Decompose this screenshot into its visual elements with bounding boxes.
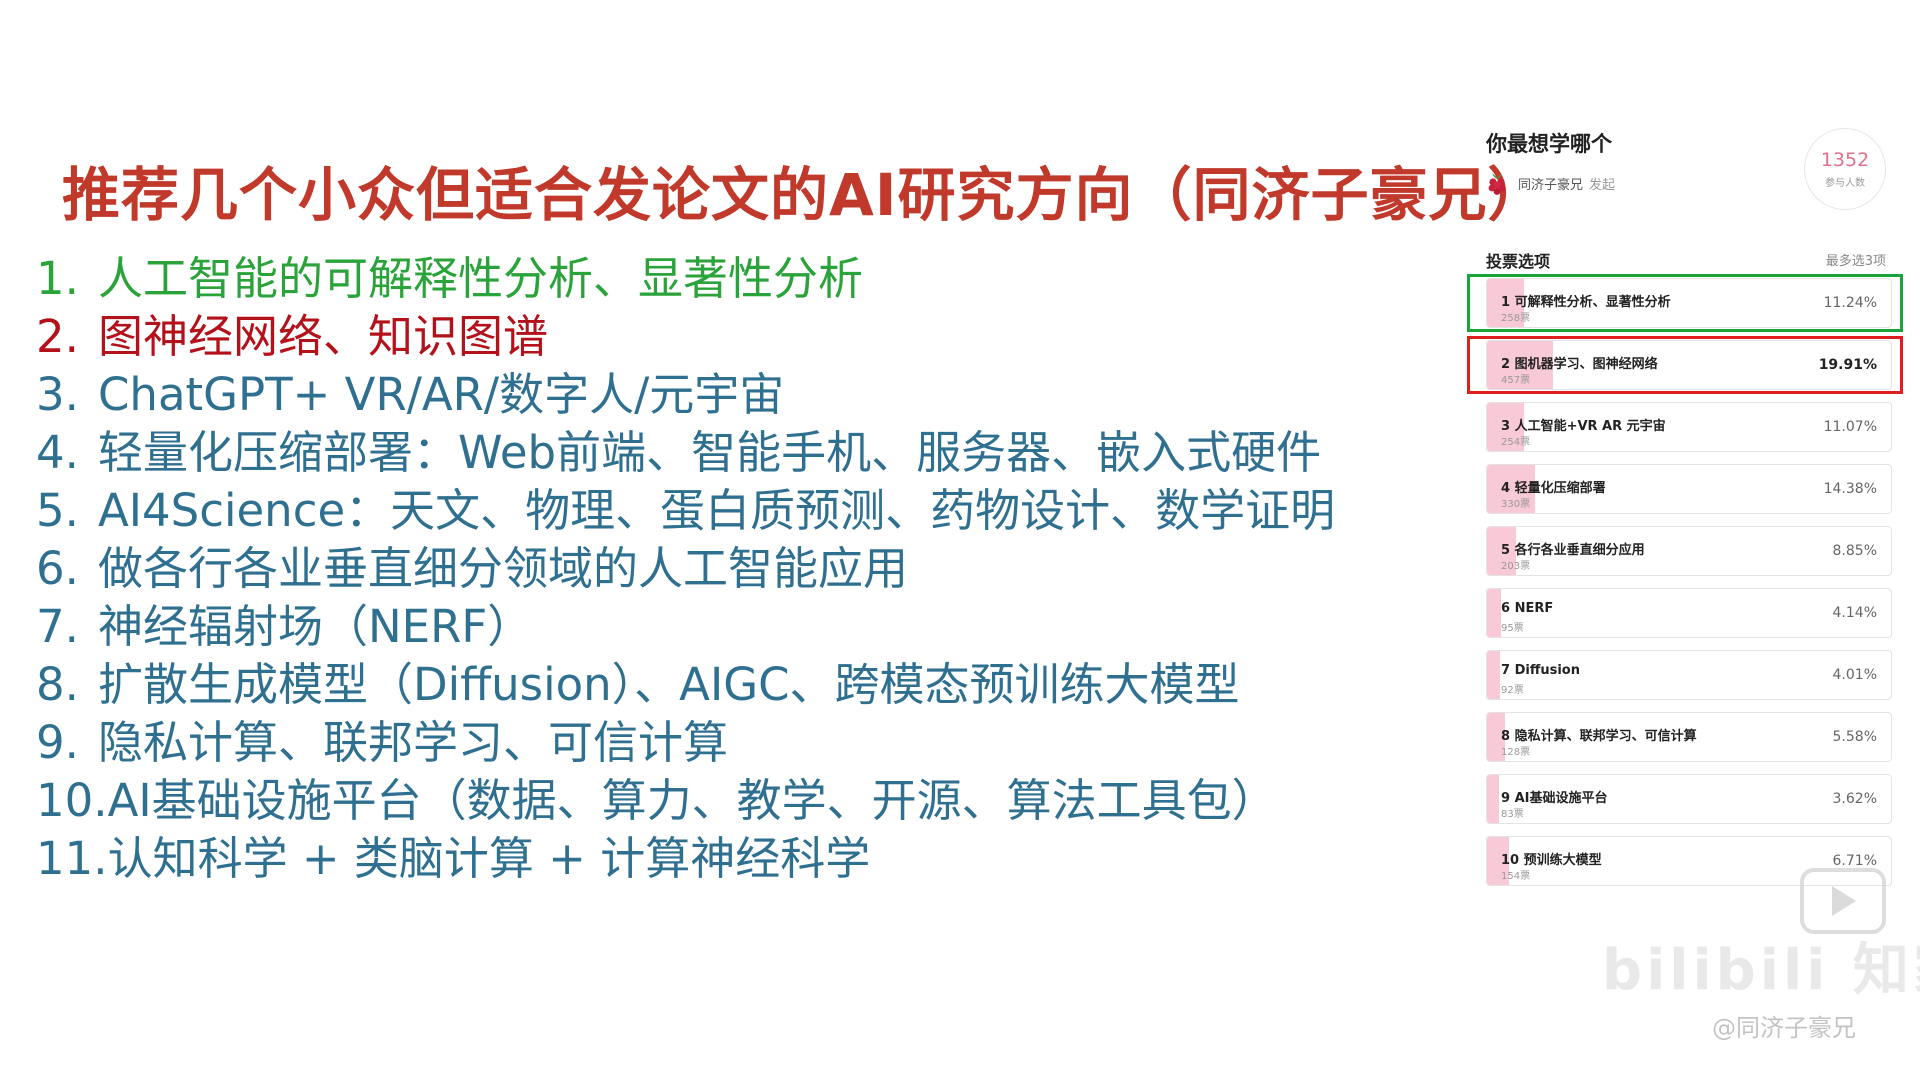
- participant-count-label: 参与人数: [1825, 178, 1865, 189]
- raspberry-icon: [1488, 173, 1506, 195]
- bilibili-watermark-logo: bilibili 知家: [1602, 938, 1920, 1003]
- option-votes: 154票: [1501, 871, 1531, 882]
- topic-item: 8. 扩散生成模型（Diffusion）、AIGC、跨模态预训练大模型: [36, 656, 1335, 714]
- poll-option[interactable]: 9 AI基础设施平台 83票 3.62%: [1486, 774, 1892, 824]
- topic-text: 轻量化压缩部署：Web前端、智能手机、服务器、嵌入式硬件: [98, 426, 1322, 479]
- option-votes: 95票: [1501, 623, 1524, 634]
- poll-option[interactable]: 3 人工智能+VR AR 元宇宙 254票 11.07%: [1486, 402, 1892, 452]
- poll-author-text: 同济子豪兄 发起: [1518, 174, 1615, 193]
- topic-text: ChatGPT+ VR/AR/数字人/元宇宙: [98, 368, 785, 421]
- option-name: 8 隐私计算、联邦学习、可信计算: [1501, 729, 1697, 744]
- option-percentage: 8.85%: [1832, 543, 1877, 559]
- option-name: 10 预训练大模型: [1501, 853, 1602, 868]
- option-percentage: 11.07%: [1823, 419, 1877, 435]
- poll-author-row: 同济子豪兄 发起: [1486, 170, 1615, 196]
- slide-title: 推荐几个小众但适合发论文的AI研究方向（同济子豪兄）: [62, 161, 1547, 229]
- topic-number: 4.: [36, 426, 79, 479]
- option-percentage: 5.58%: [1832, 729, 1877, 745]
- topic-number: 11.: [36, 832, 108, 885]
- highlight-box-red: [1467, 336, 1903, 394]
- poll-option[interactable]: 8 隐私计算、联邦学习、可信计算 128票 5.58%: [1486, 712, 1892, 762]
- option-name: 7 Diffusion: [1501, 663, 1580, 678]
- topic-number: 8.: [36, 658, 79, 711]
- topic-item: 11.认知科学 + 类脑计算 + 计算神经科学: [36, 830, 1335, 888]
- poll-title: 你最想学哪个: [1486, 132, 1612, 156]
- topic-text: 图神经网络、知识图谱: [98, 310, 549, 363]
- participant-count: 1352: [1820, 149, 1870, 171]
- option-percentage: 4.14%: [1832, 605, 1877, 621]
- topic-item: 4. 轻量化压缩部署：Web前端、智能手机、服务器、嵌入式硬件: [36, 424, 1335, 482]
- topic-number: 5.: [36, 484, 79, 537]
- topic-number: 9.: [36, 716, 79, 769]
- option-votes: 83票: [1501, 809, 1524, 820]
- poll-option[interactable]: 6 NERF 95票 4.14%: [1486, 588, 1892, 638]
- option-name: 5 各行各业垂直细分应用: [1501, 543, 1645, 558]
- topic-text: 做各行各业垂直细分领域的人工智能应用: [98, 542, 909, 595]
- poll-option[interactable]: 5 各行各业垂直细分应用 203票 8.85%: [1486, 526, 1892, 576]
- poll-option[interactable]: 4 轻量化压缩部署 330票 14.38%: [1486, 464, 1892, 514]
- option-votes: 330票: [1501, 499, 1531, 510]
- option-fill: [1487, 775, 1499, 823]
- topic-text: 神经辐射场（NERF）: [98, 600, 533, 653]
- option-fill: [1487, 651, 1501, 699]
- topic-item: 7. 神经辐射场（NERF）: [36, 598, 1335, 656]
- topic-item: 6. 做各行各业垂直细分领域的人工智能应用: [36, 540, 1335, 598]
- topic-item: 5. AI4Science：天文、物理、蛋白质预测、药物设计、数学证明: [36, 482, 1335, 540]
- poll-initiated-label: 发起: [1589, 177, 1616, 193]
- option-percentage: 3.62%: [1832, 791, 1877, 807]
- poll-limit: 最多选3项: [1825, 254, 1886, 269]
- topic-item: 1. 人工智能的可解释性分析、显著性分析: [36, 250, 1335, 308]
- option-votes: 254票: [1501, 437, 1531, 448]
- topic-number: 2.: [36, 310, 79, 363]
- topic-item: 3. ChatGPT+ VR/AR/数字人/元宇宙: [36, 366, 1335, 424]
- option-name: 3 人工智能+VR AR 元宇宙: [1501, 419, 1666, 434]
- topic-text: 认知科学 + 类脑计算 + 计算神经科学: [107, 832, 871, 885]
- option-percentage: 14.38%: [1823, 481, 1877, 497]
- poll-section-label: 投票选项: [1486, 252, 1551, 271]
- topic-number: 1.: [36, 252, 79, 305]
- topic-text: AI4Science：天文、物理、蛋白质预测、药物设计、数学证明: [98, 484, 1336, 537]
- option-percentage: 6.71%: [1832, 853, 1877, 869]
- topic-text: 扩散生成模型（Diffusion）、AIGC、跨模态预训练大模型: [98, 658, 1240, 711]
- option-votes: 92票: [1501, 685, 1524, 696]
- topic-text: AI基础设施平台（数据、算力、教学、开源、算法工具包）: [107, 774, 1277, 827]
- topic-number: 10.: [36, 774, 108, 827]
- option-name: 4 轻量化压缩部署: [1501, 481, 1606, 496]
- poll-panel: 你最想学哪个 同济子豪兄 发起 1352 参与人数 投票选项 最多选3项 1 可解…: [1467, 118, 1912, 908]
- watermark-username: @同济子豪兄: [1712, 1014, 1856, 1042]
- option-fill: [1487, 589, 1501, 637]
- poll-option[interactable]: 7 Diffusion 92票 4.01%: [1486, 650, 1892, 700]
- option-name: 9 AI基础设施平台: [1501, 791, 1608, 806]
- option-votes: 203票: [1501, 561, 1531, 572]
- option-name: 6 NERF: [1501, 601, 1554, 616]
- option-votes: 128票: [1501, 747, 1531, 758]
- participant-count-badge: 1352 参与人数: [1804, 128, 1886, 210]
- topic-item: 2. 图神经网络、知识图谱: [36, 308, 1335, 366]
- topic-list: 1. 人工智能的可解释性分析、显著性分析 2. 图神经网络、知识图谱 3. ChatG…: [36, 250, 1335, 888]
- topic-number: 6.: [36, 542, 79, 595]
- topic-item: 9. 隐私计算、联邦学习、可信计算: [36, 714, 1335, 772]
- topic-item: 10.AI基础设施平台（数据、算力、教学、开源、算法工具包）: [36, 772, 1335, 830]
- topic-number: 3.: [36, 368, 79, 421]
- topic-text: 人工智能的可解释性分析、显著性分析: [98, 252, 864, 305]
- poll-author[interactable]: 同济子豪兄: [1518, 178, 1583, 193]
- topic-text: 隐私计算、联邦学习、可信计算: [98, 716, 729, 769]
- highlight-box-green: [1467, 274, 1903, 332]
- option-percentage: 4.01%: [1832, 667, 1877, 683]
- topic-number: 7.: [36, 600, 79, 653]
